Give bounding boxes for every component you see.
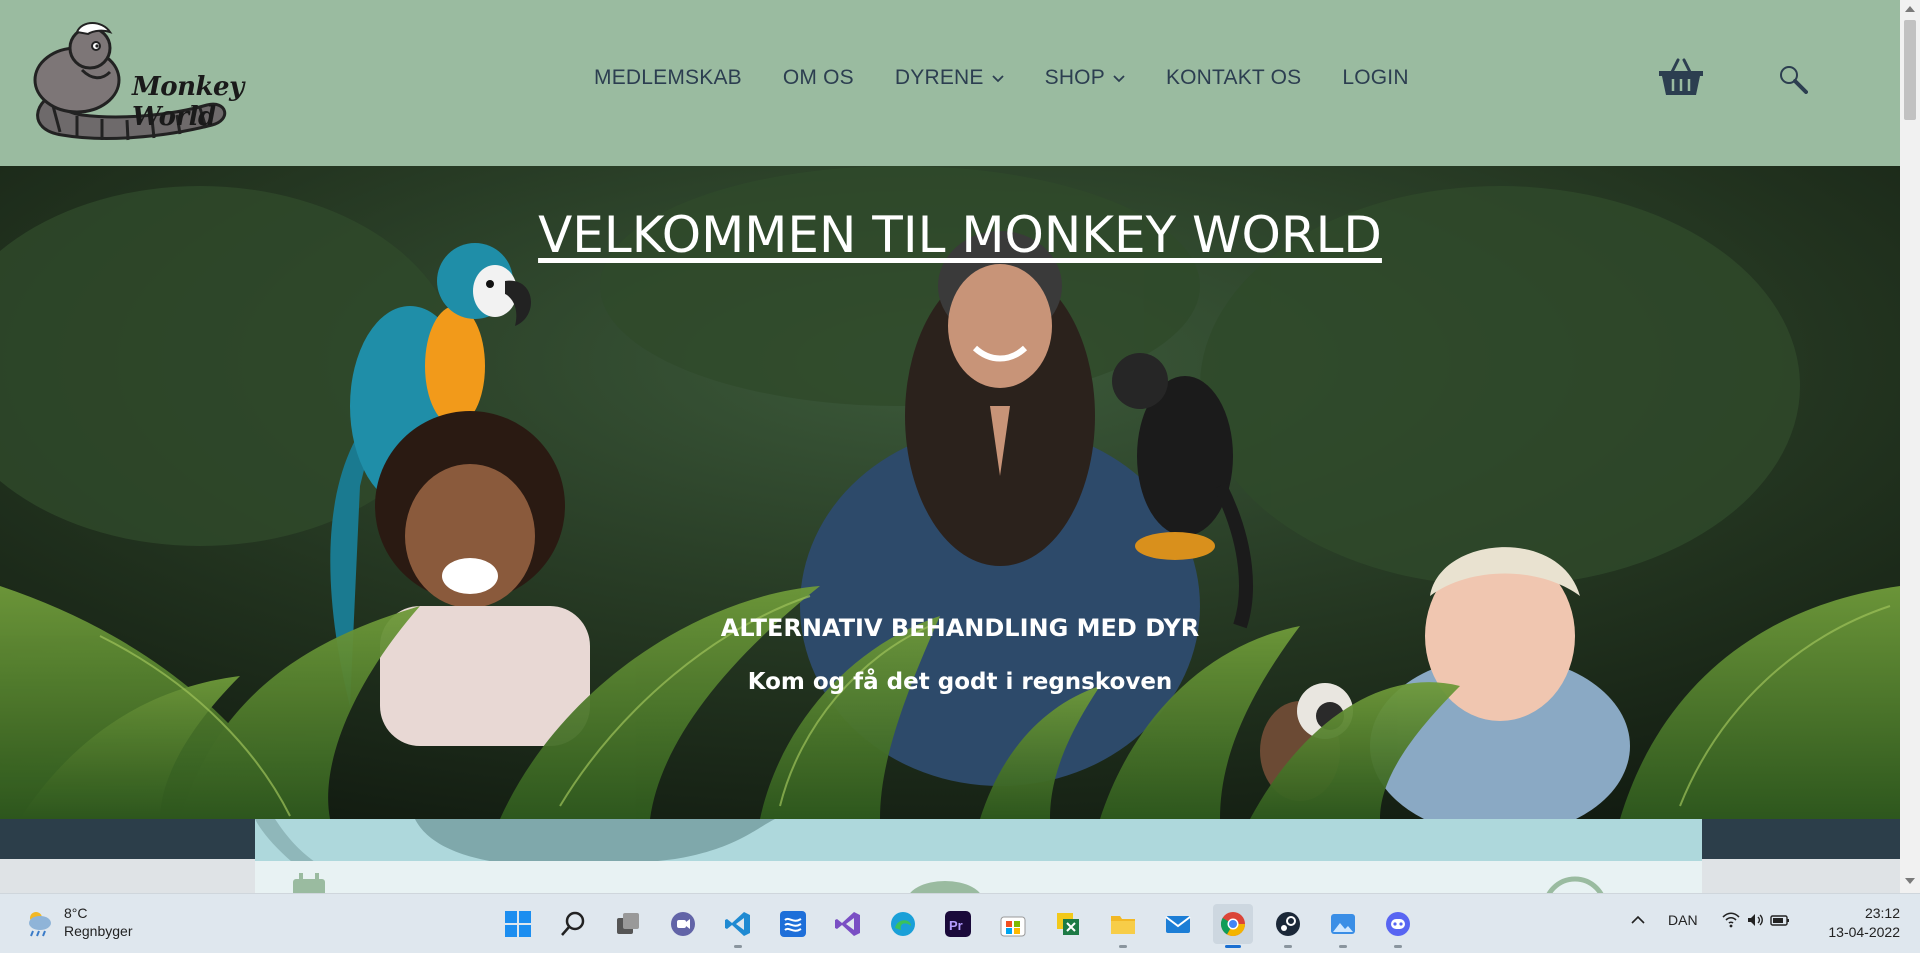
nav-item-login[interactable]: LOGIN	[1342, 66, 1408, 90]
steam-icon[interactable]	[1268, 904, 1308, 948]
windows-start-icon[interactable]	[498, 904, 538, 944]
nav-item-om-os[interactable]: OM OS	[783, 66, 854, 90]
scroll-thumb[interactable]	[1904, 20, 1916, 120]
nav-item-medlemskab[interactable]: MEDLEMSKAB	[594, 66, 742, 90]
nav-item-label: OM OS	[782, 66, 854, 89]
weather-temp: 8°C	[64, 905, 88, 921]
battery-icon[interactable]	[1769, 912, 1790, 928]
chrome-icon[interactable]	[1213, 904, 1253, 948]
rain-cloud-icon	[29, 912, 51, 937]
search-icon[interactable]	[553, 904, 593, 944]
scroll-up-arrow[interactable]	[1905, 6, 1915, 12]
card-icons	[293, 873, 1604, 893]
clock-date: 13-04-2022	[1828, 924, 1900, 940]
chevron-up-icon[interactable]	[1630, 912, 1646, 928]
card-content	[255, 861, 1702, 893]
mail-icon[interactable]	[1158, 904, 1198, 944]
azure-data-icon[interactable]	[773, 904, 813, 944]
site-logo[interactable]: Monkey World	[22, 20, 267, 145]
nav-item-label: LOGIN	[1342, 66, 1409, 89]
chevron-down-icon	[991, 75, 1004, 83]
nav-item-label: MEDLEMSKAB	[594, 66, 742, 89]
clock-time: 23:12	[1864, 905, 1900, 921]
excel-python-icon[interactable]	[1048, 904, 1088, 944]
nav-item-label: SHOP	[1044, 66, 1105, 89]
nav-item-dyrene[interactable]: DYRENE	[895, 66, 1004, 90]
scroll-down-arrow[interactable]	[1905, 878, 1915, 884]
nav-item-label: KONTAKT OS	[1165, 66, 1302, 89]
info-card	[255, 819, 1702, 893]
hero-tagline: Kom og få det godt i regnskoven	[747, 669, 1173, 695]
hero-subtitle: ALTERNATIV BEHANDLING MED DYR	[720, 614, 1200, 642]
task-view-icon[interactable]	[608, 904, 648, 944]
file-explorer-icon[interactable]	[1103, 904, 1143, 948]
nav-item-label: DYRENE	[894, 66, 984, 89]
photos-icon[interactable]	[1323, 904, 1363, 948]
site-header: Monkey World MEDLEMSKAB OM OS DYRENE SHO…	[0, 0, 1900, 166]
main-nav: MEDLEMSKAB OM OS DYRENE SHOP KONTAKT OS …	[594, 66, 1450, 90]
visual-studio-icon[interactable]	[828, 904, 868, 944]
language-indicator[interactable]: DAN	[1668, 912, 1698, 928]
nav-item-shop[interactable]: SHOP	[1045, 66, 1125, 90]
weather-widget[interactable]: 8°C Regnbyger	[24, 904, 133, 940]
vscode-icon[interactable]	[718, 904, 758, 948]
svg-text:Pr: Pr	[949, 918, 963, 933]
premiere-icon[interactable]: Pr	[938, 904, 978, 944]
edge-icon[interactable]	[883, 904, 923, 944]
basket-icon[interactable]	[1658, 58, 1704, 96]
windows-taskbar: 8°C Regnbyger Pr DAN 23:12 13-04-2022	[0, 893, 1920, 953]
volume-icon[interactable]	[1746, 912, 1764, 928]
discord-icon[interactable]	[1378, 904, 1418, 948]
store-icon[interactable]	[993, 904, 1033, 944]
taskbar-apps: Pr	[498, 904, 1433, 948]
page-scrollbar[interactable]	[1900, 0, 1920, 893]
teams-chat-icon[interactable]	[663, 904, 703, 944]
weather-desc: Regnbyger	[64, 923, 133, 939]
brand-name: Monkey World	[132, 72, 244, 132]
system-clock[interactable]: 23:12 13-04-2022	[1810, 904, 1900, 942]
clock-icon	[1546, 876, 1604, 893]
chevron-down-icon	[1113, 75, 1125, 83]
animal-icon	[910, 881, 980, 893]
nav-item-kontakt-os[interactable]: KONTAKT OS	[1166, 66, 1301, 90]
calendar-icon	[293, 879, 325, 893]
hero-banner: VELKOMMEN TIL MONKEY WORLD ALTERNATIV BE…	[0, 166, 1900, 819]
hero-title: VELKOMMEN TIL MONKEY WORLD	[538, 206, 1382, 264]
wifi-icon[interactable]	[1721, 912, 1740, 928]
system-tray: DAN	[1630, 912, 1790, 928]
magnifier-icon[interactable]	[1778, 64, 1808, 94]
